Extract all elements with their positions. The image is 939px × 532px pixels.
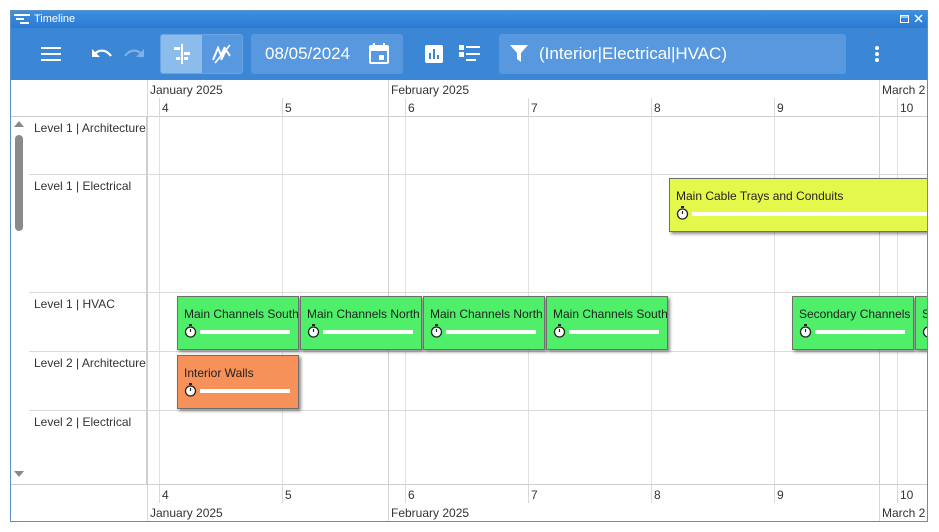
- progress-bar: [323, 330, 413, 334]
- timer-icon: [184, 324, 197, 338]
- scroll-up-arrow[interactable]: [14, 121, 24, 127]
- progress-bar: [200, 330, 290, 334]
- week-label: 5: [285, 488, 292, 502]
- week-label: 7: [531, 101, 538, 115]
- timer-icon: [184, 383, 197, 397]
- task-name: Main Channels North: [430, 307, 543, 321]
- filter-value: (Interior|Electrical|HVAC): [539, 44, 727, 63]
- no-dependencies-icon: [212, 44, 231, 64]
- scroll-thumb[interactable]: [15, 135, 23, 231]
- filter-field[interactable]: (Interior|Electrical|HVAC): [499, 34, 846, 74]
- task-name: S: [922, 307, 927, 321]
- task-name: Main Channels South: [553, 307, 668, 321]
- month-label: January 2025: [150, 83, 223, 97]
- title-bar: Timeline: [11, 11, 927, 28]
- progress-bar: [815, 330, 905, 334]
- gantt-view-toggle[interactable]: [161, 35, 202, 73]
- week-label: 6: [408, 101, 415, 115]
- task-card[interactable]: Main Cable Trays and Conduits: [669, 178, 927, 232]
- task-card[interactable]: Main Channels North: [423, 296, 545, 350]
- date-value: 08/05/2024: [265, 44, 351, 63]
- timeline-footer: 4 5 6 7 8 9 10 January 2025 February 202…: [11, 484, 927, 521]
- undo-icon: [92, 49, 112, 57]
- week-label: 10: [900, 101, 914, 115]
- scroll-down-arrow[interactable]: [14, 471, 24, 477]
- restore-icon[interactable]: [899, 13, 910, 24]
- timer-icon: [799, 324, 812, 338]
- progress-bar: [446, 330, 536, 334]
- timer-icon: [430, 324, 443, 338]
- task-name: Main Channels North: [307, 307, 420, 321]
- menu-icon: [41, 47, 61, 61]
- menu-button[interactable]: [31, 28, 71, 80]
- task-card[interactable]: Main Channels North: [300, 296, 422, 350]
- week-label: 9: [777, 101, 784, 115]
- task-card[interactable]: S: [915, 296, 927, 350]
- close-icon[interactable]: [913, 13, 924, 24]
- month-label: March 2: [882, 83, 926, 97]
- row-label: Level 2 | Electrical: [34, 415, 132, 429]
- week-label: 6: [408, 488, 415, 502]
- timeline-header: January 2025 February 2025 March 2 4 5 6…: [11, 80, 927, 117]
- date-picker[interactable]: 08/05/2024: [251, 34, 403, 74]
- task-name: Main Cable Trays and Conduits: [676, 189, 844, 203]
- task-card[interactable]: Main Channels South: [177, 296, 299, 350]
- timer-icon: [922, 326, 927, 338]
- dependencies-toggle[interactable]: [202, 35, 242, 73]
- timeline-app-icon: [14, 14, 30, 24]
- row-label: Level 2 | Architecture: [34, 356, 146, 370]
- task-card[interactable]: Interior Walls: [177, 355, 299, 409]
- more-options-button[interactable]: [867, 28, 887, 80]
- task-card[interactable]: Secondary Channels S: [792, 296, 914, 350]
- list-view-button[interactable]: [457, 28, 483, 80]
- row-label: Level 1 | HVAC: [34, 297, 115, 311]
- week-label: 10: [900, 488, 914, 502]
- progress-bar: [569, 330, 659, 334]
- row-label: Level 1 | Architecture: [34, 121, 146, 135]
- week-label: 8: [654, 488, 661, 502]
- timer-icon: [307, 324, 320, 338]
- row-labels: Level 1 | Architecture Level 1 | Electri…: [29, 117, 147, 484]
- timeline-window: Timeline 08/05/2024 (Interior|Electrical…: [10, 10, 928, 522]
- timeline-body: Level 1 | Architecture Level 1 | Electri…: [11, 117, 927, 484]
- redo-icon: [124, 49, 144, 57]
- month-label: March 2: [882, 506, 926, 520]
- filter-icon: [510, 45, 528, 62]
- window-title: Timeline: [34, 13, 76, 25]
- chart-view-button[interactable]: [421, 28, 447, 80]
- timer-icon: [553, 324, 566, 338]
- progress-bar: [692, 212, 927, 216]
- task-name: Interior Walls: [184, 366, 254, 380]
- week-label: 7: [531, 488, 538, 502]
- view-toggle-group: [160, 34, 243, 74]
- week-label: 5: [285, 101, 292, 115]
- undo-button[interactable]: [87, 28, 117, 80]
- calendar-icon[interactable]: [369, 43, 389, 64]
- toolbar: 08/05/2024 (Interior|Electrical|HVAC): [11, 28, 927, 80]
- month-label: January 2025: [150, 506, 223, 520]
- week-label: 4: [162, 488, 169, 502]
- month-label: February 2025: [391, 83, 470, 97]
- week-label: 4: [162, 101, 169, 115]
- redo-button[interactable]: [119, 28, 149, 80]
- more-vertical-icon: [875, 46, 879, 62]
- progress-bar: [200, 389, 290, 393]
- week-label: 9: [777, 488, 784, 502]
- bar-chart-icon: [425, 45, 443, 63]
- gantt-view-icon: [173, 44, 190, 64]
- month-label: February 2025: [391, 506, 470, 520]
- week-label: 8: [654, 101, 661, 115]
- vertical-scrollbar[interactable]: [11, 117, 29, 484]
- row-label: Level 1 | Electrical: [34, 179, 132, 193]
- task-name: Main Channels South: [184, 307, 299, 321]
- timer-icon: [676, 206, 689, 220]
- task-card[interactable]: Main Channels South: [546, 296, 668, 350]
- list-view-icon: [459, 45, 480, 61]
- task-name: Secondary Channels S: [799, 307, 914, 321]
